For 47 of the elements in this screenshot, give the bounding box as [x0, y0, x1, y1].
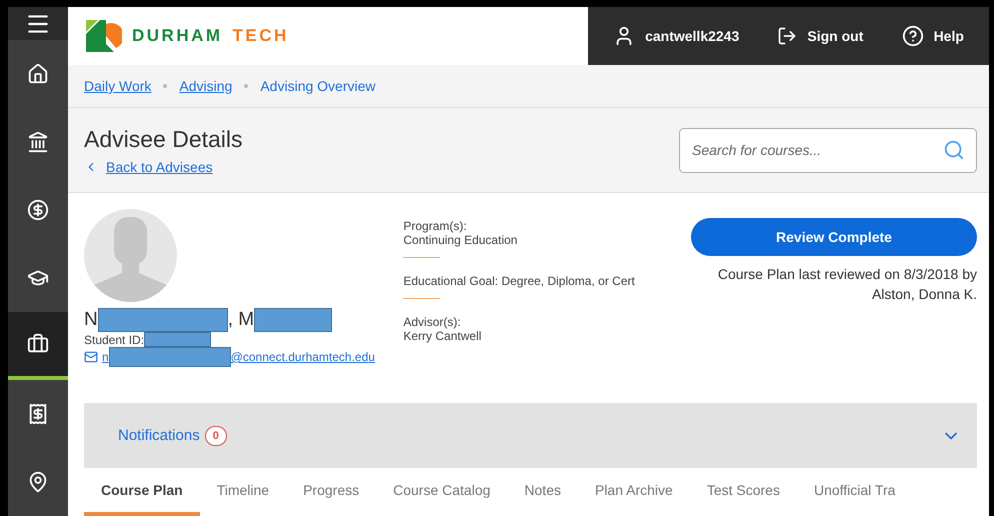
briefcase-icon: [27, 333, 49, 355]
back-link[interactable]: Back to Advisees: [84, 158, 243, 174]
sign-out-link[interactable]: Sign out: [777, 26, 864, 46]
tab[interactable]: Plan Archive: [578, 468, 690, 516]
dollar-icon: [27, 199, 49, 221]
review-note: Course Plan last reviewed on 8/3/2018 by Alston, Donna K.: [718, 265, 977, 304]
home-icon: [27, 63, 49, 85]
user-link[interactable]: cantwellk2243: [613, 25, 740, 47]
tab[interactable]: Progress: [286, 468, 376, 516]
detail-label: Educational Goal: Degree, Diploma, or Cert: [403, 274, 636, 288]
sidebar-item[interactable]: [8, 312, 68, 380]
logo-icon: [86, 20, 122, 52]
map-pin-icon: [27, 471, 49, 493]
detail-label: Program(s):: [403, 219, 468, 233]
review-complete-button[interactable]: Review Complete: [691, 218, 977, 256]
tab[interactable]: Course Plan: [84, 468, 200, 516]
menu-button[interactable]: [8, 7, 68, 40]
tab[interactable]: Course Catalog: [376, 468, 508, 516]
sign-out-icon: [777, 26, 798, 46]
email-link[interactable]: @connect.durhamtech.edu: [230, 350, 375, 364]
notification-count: 0: [204, 426, 227, 446]
tab[interactable]: Test Scores: [690, 468, 797, 516]
tab[interactable]: Notes: [507, 468, 578, 516]
page-title: Advisee Details: [84, 126, 243, 152]
detail-value: Kerry Cantwell: [403, 329, 482, 343]
email-link[interactable]: n: [102, 350, 109, 364]
student-name: , M: [228, 309, 254, 331]
logo-text: DURHAM: [132, 26, 223, 46]
tab[interactable]: Unofficial Tra: [796, 468, 912, 516]
detail-label: Advisor(s):: [403, 315, 462, 329]
receipt-icon: [27, 403, 49, 425]
logo-text: TECH: [232, 26, 289, 46]
breadcrumb-link[interactable]: Advising Overview: [260, 78, 376, 94]
student-name: N: [84, 309, 98, 331]
breadcrumb-link[interactable]: Advising: [179, 78, 232, 94]
help-link[interactable]: Help: [902, 25, 964, 47]
detail-value: Continuing Education: [403, 233, 518, 247]
search-field[interactable]: Search for courses...: [679, 128, 977, 172]
search-icon[interactable]: [943, 138, 965, 160]
breadcrumb-link[interactable]: Daily Work: [84, 78, 152, 94]
student-id-label: Student ID:: [84, 332, 144, 346]
notifications-label: Notifications: [118, 427, 200, 444]
avatar-icon: [84, 209, 177, 302]
help-icon: [902, 25, 924, 47]
mail-icon: [84, 350, 98, 364]
tab[interactable]: Timeline: [200, 468, 286, 516]
bank-icon: [27, 131, 49, 153]
